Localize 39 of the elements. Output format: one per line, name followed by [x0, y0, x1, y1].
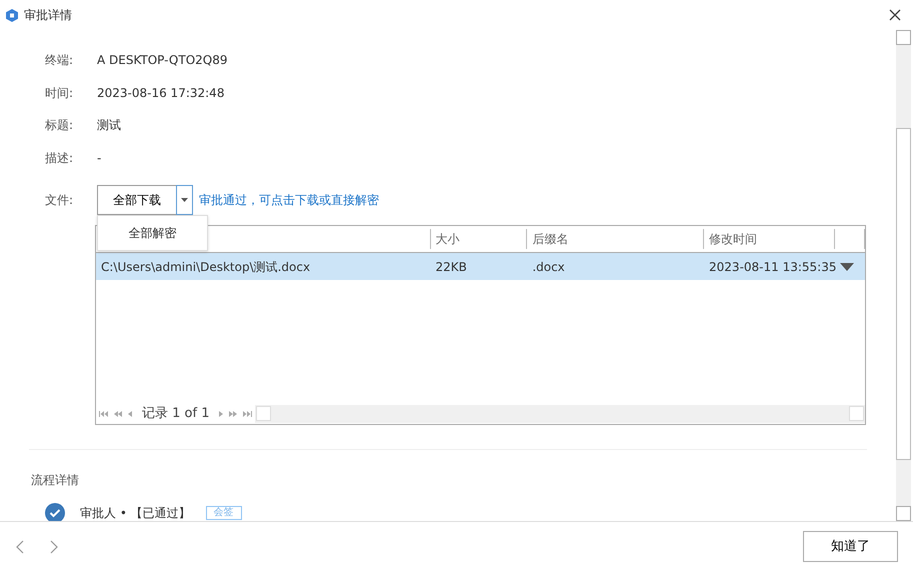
pager-last-icon[interactable] [243, 411, 252, 417]
pager-prev-page-icon[interactable] [114, 411, 122, 417]
pager-next-page-icon[interactable] [229, 411, 238, 417]
pager-text: 记录 1 of 1 [141, 405, 210, 424]
app-logo-icon [6, 8, 18, 22]
window-title: 审批详情 [24, 7, 72, 24]
field-label: 标题: [45, 117, 74, 134]
expand-icon[interactable] [840, 262, 854, 270]
menu-item[interactable]: 全部解密 [98, 216, 207, 250]
field-label: 文件: [45, 192, 74, 209]
field-label: 时间: [45, 84, 74, 102]
pager-first-icon[interactable] [99, 411, 108, 417]
table-cell-text: 22KB [435, 258, 467, 276]
pager-prev-icon[interactable] [128, 411, 132, 417]
close-icon[interactable] [889, 9, 901, 21]
table-cell-text: C:\Users\admini\Desktop\测试.docx [101, 258, 310, 276]
vertical-scrollbar[interactable] [896, 30, 911, 521]
field-label: 终端: [45, 52, 74, 69]
column-header: 后缀名 [532, 231, 568, 248]
field-value: - [97, 150, 102, 166]
table-row[interactable]: C:\Users\admini\Desktop\测试.docx 22KB .docx 2023-08-11 13:55:35 [96, 253, 865, 280]
hint-text: 审批通过，可点击下载或直接解密 [199, 192, 379, 209]
column-header: 大小 [436, 231, 460, 248]
horizontal-scrollbar[interactable] [255, 405, 865, 423]
field-value: A DESKTOP-QTO2Q89 [97, 52, 228, 69]
table-cell-text: .docx [532, 258, 565, 276]
step-text: 审批人 • 【已通过】 [80, 505, 191, 521]
tag: 会签 [206, 506, 242, 520]
download-all-button[interactable]: 全部下载 [97, 185, 177, 215]
table-cell-text: 2023-08-11 13:55:35 [709, 258, 836, 276]
field-value: 测试 [97, 117, 121, 134]
dropdown-toggle[interactable] [176, 185, 193, 215]
pager-next-icon[interactable] [219, 411, 224, 417]
column-header: 修改时间 [709, 231, 758, 248]
section-title: 流程详情 [30, 472, 80, 489]
field-label: 描述: [45, 150, 74, 166]
field-value: 2023-08-16 17:32:48 [97, 84, 224, 102]
ok-button[interactable]: 知道了 [803, 531, 898, 562]
caret-icon [181, 198, 188, 202]
